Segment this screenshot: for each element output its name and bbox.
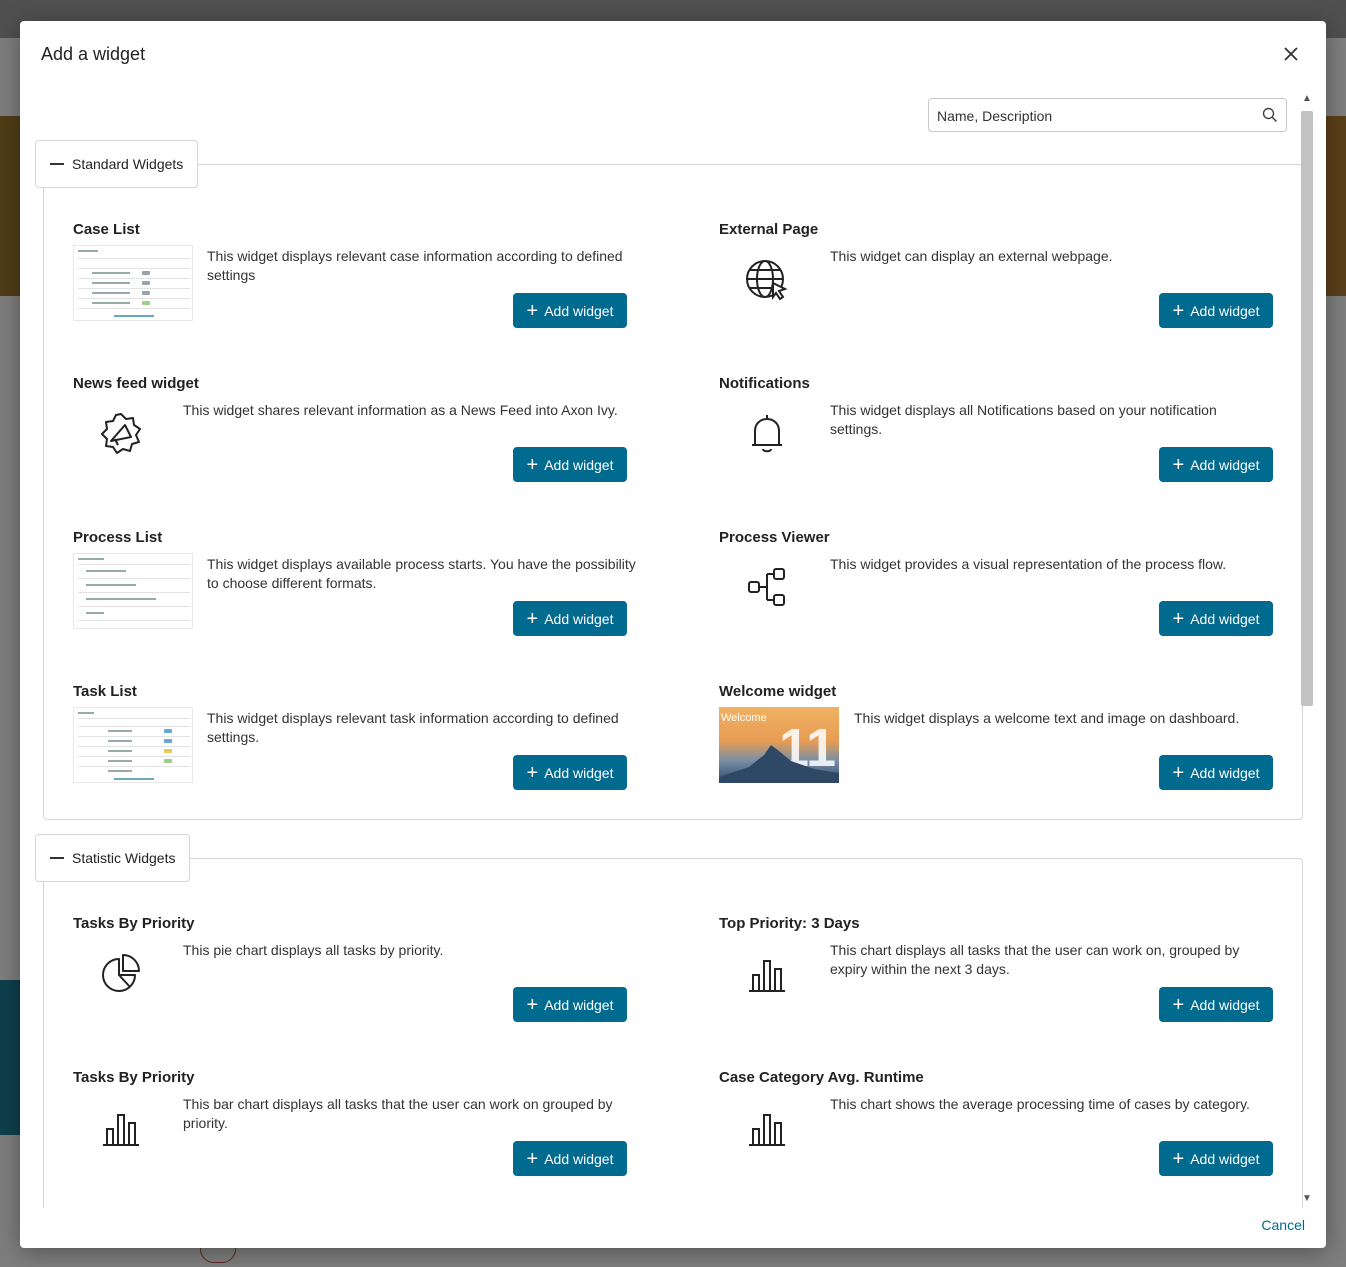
bar-chart-icon <box>745 1105 789 1149</box>
widget-description: This widget can display an external webp… <box>830 248 1113 264</box>
widget-card-welcome: Welcome widget Welcome 11 This widget di… <box>719 683 1279 813</box>
widget-title: Case Category Avg. Runtime <box>719 1069 924 1086</box>
plus-icon: + <box>1172 993 1185 1016</box>
dialog-scrollbar[interactable]: ▲ ▼ <box>1300 91 1314 1207</box>
widget-title: News feed widget <box>73 375 199 392</box>
widget-description: This bar chart displays all tasks that t… <box>183 1096 613 1131</box>
scroll-up-icon[interactable]: ▲ <box>1302 94 1312 104</box>
plus-icon: + <box>526 607 539 630</box>
collapse-icon <box>50 857 64 859</box>
dialog-title: Add a widget <box>41 44 146 64</box>
dialog-body: Standard Widgets Case List <box>20 87 1326 1208</box>
standard-widgets-toggle[interactable]: Standard Widgets <box>35 140 199 188</box>
widget-card-case-category-runtime: Case Category Avg. Runtime This chart sh… <box>719 1069 1279 1199</box>
dialog-header: Add a widget <box>20 21 1326 87</box>
add-widget-button[interactable]: + Add widget <box>513 447 627 482</box>
widget-description: This pie chart displays all tasks by pri… <box>183 942 444 958</box>
search-input[interactable] <box>937 106 1257 126</box>
add-widget-button[interactable]: + Add widget <box>1159 987 1273 1022</box>
add-widget-button[interactable]: + Add widget <box>1159 447 1273 482</box>
widget-description: This widget displays relevant case infor… <box>207 248 623 283</box>
widget-card-notifications: Notifications This widget displays all N… <box>719 375 1279 505</box>
add-widget-button[interactable]: + Add widget <box>1159 601 1273 636</box>
widget-description: This widget provides a visual representa… <box>830 556 1227 572</box>
globe-cursor-icon <box>745 257 789 301</box>
widget-title: Task List <box>73 683 137 700</box>
case-list-thumbnail <box>73 245 193 321</box>
widget-description: This widget displays relevant task infor… <box>207 710 619 745</box>
plus-icon: + <box>1172 761 1185 784</box>
widget-title: External Page <box>719 221 819 238</box>
plus-icon: + <box>526 299 539 322</box>
widget-description: This chart shows the average processing … <box>830 1096 1250 1112</box>
welcome-thumbnail-text: Welcome <box>721 712 767 724</box>
search-icon[interactable] <box>1262 107 1278 123</box>
bar-chart-icon <box>99 1105 143 1149</box>
process-list-thumbnail <box>73 553 193 629</box>
pie-chart-icon <box>99 951 143 995</box>
plus-icon: + <box>1172 1147 1185 1170</box>
add-widget-button[interactable]: + Add widget <box>513 987 627 1022</box>
widget-title: Process Viewer <box>719 529 830 546</box>
widget-description: This widget shares relevant information … <box>183 402 618 418</box>
section-label: Standard Widgets <box>72 156 184 172</box>
bar-chart-icon <box>745 951 789 995</box>
add-widget-button[interactable]: + Add widget <box>513 755 627 790</box>
plus-icon: + <box>1172 453 1185 476</box>
scrollbar-thumb[interactable] <box>1301 111 1313 706</box>
widget-card-tasks-by-priority-bar: Tasks By Priority This bar chart display… <box>73 1069 633 1199</box>
bell-icon <box>745 411 789 455</box>
widget-title: Notifications <box>719 375 810 392</box>
collapse-icon <box>50 163 64 165</box>
welcome-thumbnail: Welcome 11 <box>719 707 839 783</box>
add-widget-button[interactable]: + Add widget <box>513 601 627 636</box>
scroll-down-icon[interactable]: ▼ <box>1302 1194 1312 1204</box>
widget-title: Welcome widget <box>719 683 837 700</box>
add-widget-button[interactable]: + Add widget <box>513 1141 627 1176</box>
widget-description: This widget displays a welcome text and … <box>854 710 1240 726</box>
widget-card-external-page: External Page This widget can display an… <box>719 221 1279 351</box>
plus-icon: + <box>526 993 539 1016</box>
add-widget-button[interactable]: + Add widget <box>1159 293 1273 328</box>
widget-card-news-feed: News feed widget This widget shares rele… <box>73 375 633 505</box>
widget-card-process-list: Process List This widget displays availa… <box>73 529 636 659</box>
widget-description: This widget displays available process s… <box>207 556 636 591</box>
widget-title: Process List <box>73 529 163 546</box>
widget-card-top-priority: Top Priority: 3 Days This chart displays… <box>719 915 1279 1045</box>
cancel-link[interactable]: Cancel <box>1261 1217 1305 1233</box>
dialog-footer: Cancel <box>20 1208 1326 1248</box>
add-widget-button[interactable]: + Add widget <box>1159 1141 1273 1176</box>
section-label: Statistic Widgets <box>72 850 176 866</box>
task-list-thumbnail <box>73 707 193 783</box>
megaphone-icon <box>99 411 143 455</box>
widget-title: Top Priority: 3 Days <box>719 915 860 932</box>
plus-icon: + <box>526 453 539 476</box>
widget-card-process-viewer: Process Viewer This widget provides a vi… <box>719 529 1279 659</box>
add-widget-button[interactable]: + Add widget <box>513 293 627 328</box>
widget-description: This widget displays all Notifications b… <box>830 402 1217 437</box>
process-flow-icon <box>745 565 789 609</box>
plus-icon: + <box>526 761 539 784</box>
widget-card-task-list: Task List This widget displays relevant … <box>73 683 633 813</box>
plus-icon: + <box>1172 299 1185 322</box>
widget-card-case-list: Case List This widget displays relevant … <box>73 221 633 351</box>
plus-icon: + <box>1172 607 1185 630</box>
statistic-widgets-toggle[interactable]: Statistic Widgets <box>35 834 191 882</box>
widget-card-tasks-by-priority-pie: Tasks By Priority This pie chart display… <box>73 915 633 1045</box>
close-icon[interactable] <box>1282 45 1300 63</box>
search-field[interactable] <box>928 98 1287 132</box>
widget-description: This chart displays all tasks that the u… <box>830 942 1240 977</box>
widget-title: Tasks By Priority <box>73 915 195 932</box>
widget-title: Tasks By Priority <box>73 1069 195 1086</box>
add-widget-button[interactable]: + Add widget <box>1159 755 1273 790</box>
plus-icon: + <box>526 1147 539 1170</box>
add-widget-dialog: Add a widget Standard Widgets Case List <box>20 21 1326 1248</box>
widget-title: Case List <box>73 221 140 238</box>
